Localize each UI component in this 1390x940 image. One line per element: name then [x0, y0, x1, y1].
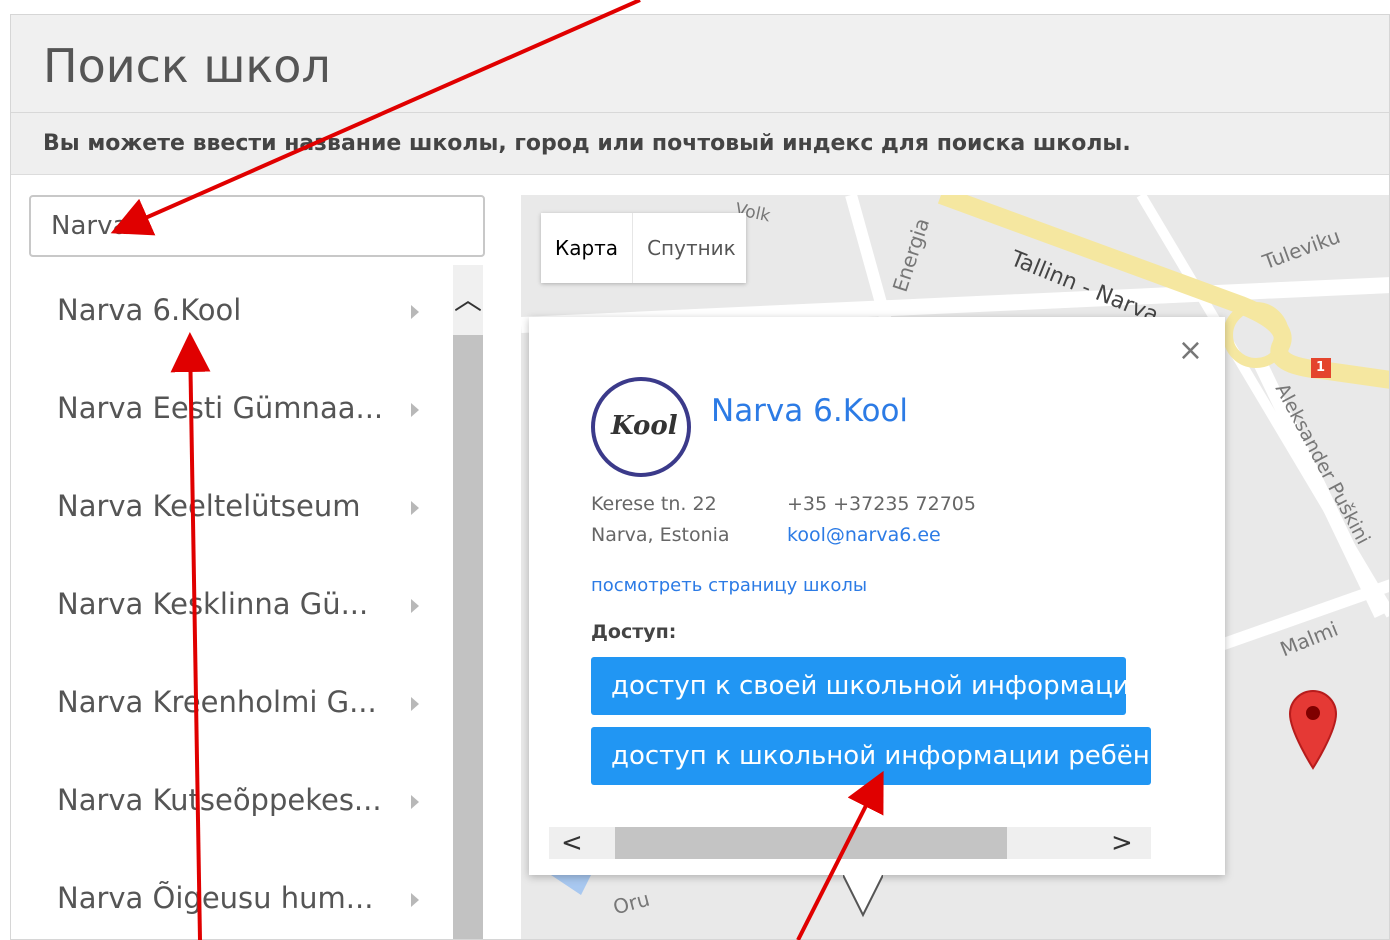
- child-school-info-button[interactable]: доступ к школьной информации ребёнка: [591, 727, 1181, 785]
- chevron-right-icon: [411, 893, 419, 907]
- search-instructions: Вы можете ввести название школы, город и…: [11, 113, 1389, 175]
- popup-pointer: [843, 875, 883, 918]
- result-item-eesti-gumnaasium[interactable]: Narva Eesti Gümnaa...: [29, 363, 439, 461]
- result-label: Narva Kesklinna Gü...: [57, 587, 369, 621]
- address-street: Kerese tn. 22: [591, 493, 717, 515]
- result-item-kreenholmi[interactable]: Narva Kreenholmi G...: [29, 657, 439, 755]
- chevron-right-icon: [411, 795, 419, 809]
- result-item-narva-6-kool[interactable]: Narva 6.Kool: [29, 265, 439, 363]
- school-info-window: × Kool Narva 6.Kool Kerese tn. 22 Narva,…: [529, 317, 1225, 875]
- scroll-left-icon[interactable]: <: [561, 827, 583, 859]
- result-item-kutseoppekeskus[interactable]: Narva Kutseõppekes...: [29, 755, 439, 853]
- close-icon[interactable]: ×: [1178, 333, 1203, 368]
- school-logo-text: Kool: [611, 411, 678, 441]
- school-name-link[interactable]: Narva 6.Kool: [711, 393, 908, 429]
- chevron-right-icon: [411, 501, 419, 515]
- scroll-right-icon[interactable]: >: [1111, 827, 1133, 859]
- result-label: Narva Kutseõppekes...: [57, 783, 382, 817]
- map-marker-icon[interactable]: [1288, 686, 1338, 770]
- result-item-oigeusu[interactable]: Narva Õigeusu hum...: [29, 853, 439, 939]
- route-number: 1: [1316, 360, 1326, 375]
- page-title: Поиск школ: [43, 39, 331, 93]
- chevron-right-icon: [411, 697, 419, 711]
- popup-pointer-shape: [843, 875, 883, 918]
- map-type-tabs: Карта Спутник: [541, 213, 746, 283]
- search-hint-text: Вы можете ввести название школы, город и…: [43, 131, 1131, 156]
- school-contacts: +35 +37235 72705 kool@narva6.ee: [787, 489, 976, 551]
- scrollbar-thumb[interactable]: [453, 335, 483, 939]
- marker-dot: [1306, 706, 1320, 720]
- school-search-input[interactable]: [29, 195, 485, 257]
- result-label: Narva 6.Kool: [57, 293, 242, 327]
- school-results-list: Narva 6.Kool Narva Eesti Gümnaa... Narva…: [29, 265, 439, 939]
- school-phone: +35 +37235 72705: [787, 493, 976, 515]
- access-label: Доступ:: [591, 621, 677, 643]
- result-label: Narva Kreenholmi G...: [57, 685, 377, 719]
- school-map[interactable]: Tallinn - Narva Tuleviku Energia Aleksan…: [521, 195, 1389, 939]
- address-city: Narva, Estonia: [591, 524, 730, 546]
- chevron-right-icon: [411, 599, 419, 613]
- marker-pin: [1288, 690, 1338, 770]
- results-scrollbar[interactable]: ︿: [453, 265, 483, 939]
- popup-scrollbar-thumb[interactable]: [615, 827, 1007, 859]
- own-school-info-button[interactable]: доступ к своей школьной информации: [591, 657, 1147, 715]
- result-label: Narva Keeltelütseum: [57, 489, 361, 523]
- chevron-right-icon: [411, 403, 419, 417]
- school-address: Kerese tn. 22 Narva, Estonia: [591, 489, 730, 551]
- page-header: Поиск школ: [11, 15, 1389, 113]
- popup-horizontal-scrollbar[interactable]: < >: [549, 827, 1151, 859]
- school-search-page: Поиск школ Вы можете ввести название шко…: [10, 14, 1390, 940]
- result-label: Narva Õigeusu hum...: [57, 881, 374, 915]
- result-item-keeltelutseum[interactable]: Narva Keeltelütseum: [29, 461, 439, 559]
- school-logo: Kool: [591, 377, 691, 477]
- result-item-kesklinna[interactable]: Narva Kesklinna Gü...: [29, 559, 439, 657]
- chevron-up-icon[interactable]: ︿: [453, 265, 483, 335]
- school-email-link[interactable]: kool@narva6.ee: [787, 524, 941, 546]
- chevron-right-icon: [411, 305, 419, 319]
- result-label: Narva Eesti Gümnaa...: [57, 391, 384, 425]
- tab-satellite[interactable]: Спутник: [632, 213, 750, 283]
- tab-map[interactable]: Карта: [541, 213, 632, 283]
- view-school-page-link[interactable]: посмотреть страницу школы: [591, 575, 867, 596]
